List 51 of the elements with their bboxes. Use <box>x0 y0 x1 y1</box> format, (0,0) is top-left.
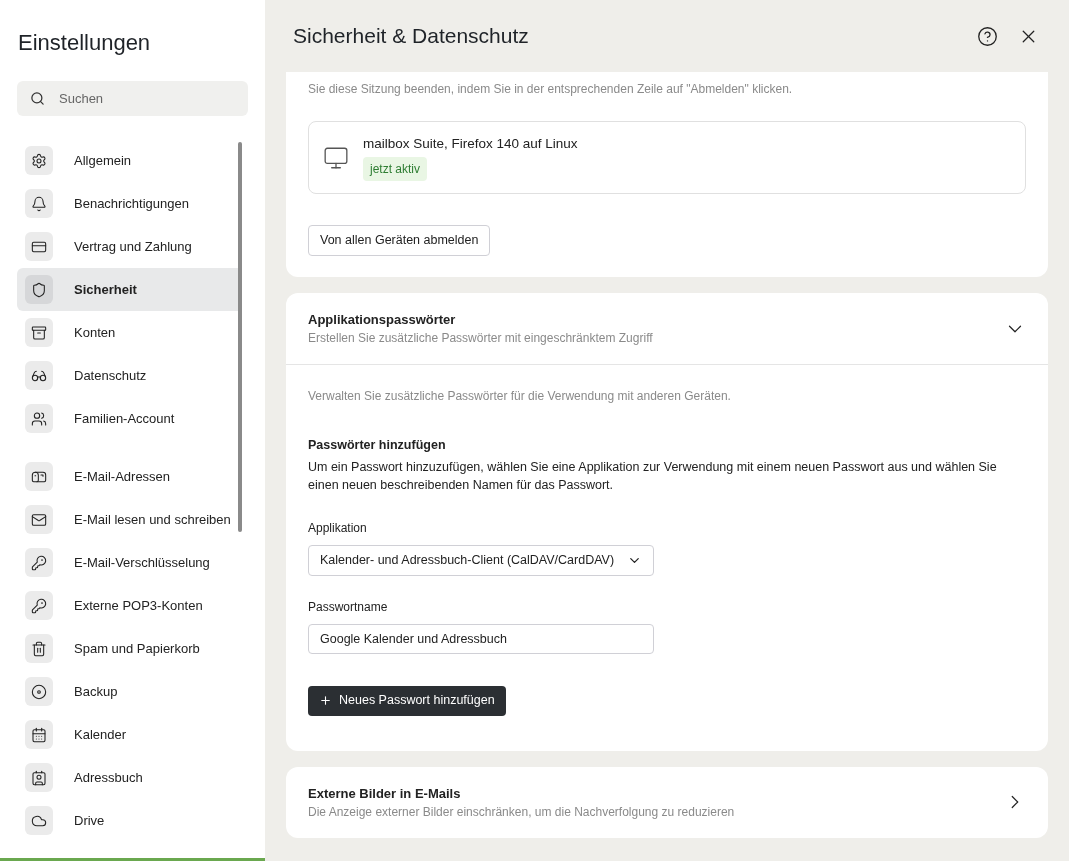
plus-icon <box>319 694 332 708</box>
add-password-button[interactable]: Neues Passwort hinzufügen <box>308 685 506 716</box>
sidebar-item[interactable]: Kalender <box>17 713 242 756</box>
search-field[interactable]: Suchen <box>17 81 248 116</box>
external-images-card[interactable]: Externe Bilder in E-Mails Die Anzeige externer Bilder einschränken, um die Nachverfolgung zu reduzieren <box>286 766 1048 838</box>
status-badge: jetzt aktiv <box>363 156 427 181</box>
section-subtitle: Erstellen Sie zusätzliche Passwörter mit eingeschränktem Zugriff <box>308 330 653 348</box>
gear-icon <box>31 152 47 169</box>
calendar-icon <box>31 726 47 743</box>
sidebar-item[interactable]: Datenschutz <box>17 354 242 397</box>
application-select[interactable]: Kalender- und Adressbuch-Client (CalDAV/CardDAV) <box>308 544 654 576</box>
password-name-field[interactable]: Google Kalender und Adressbuch <box>308 623 654 654</box>
section-subtitle: Die Anzeige externer Bilder einschränken, um die Nachverfolgung zu reduzieren <box>308 804 735 821</box>
field-label: Applikation <box>308 519 367 537</box>
section-title: Externe Bilder in E-Mails <box>308 784 462 803</box>
contact-icon <box>31 769 47 786</box>
sidebar-item[interactable]: Familien-Account <box>17 397 242 440</box>
sidebar-item[interactable]: E-Mail-Verschlüsselung <box>17 541 242 584</box>
sidebar-item[interactable]: Spam und Papierkorb <box>17 627 242 670</box>
sidebar-title: Einstellungen <box>17 29 152 57</box>
people-icon <box>31 410 47 427</box>
disc-icon <box>31 683 47 700</box>
section-title: Applikationspasswörter <box>308 310 457 329</box>
sidebar-item[interactable]: Adressbuch <box>17 756 242 799</box>
intro-text: Verwalten Sie zusätzliche Passwörter für die Verwendung mit anderen Geräten. <box>308 388 731 405</box>
tray-icon <box>31 324 47 341</box>
bell-icon <box>31 195 47 212</box>
page-title: Sicherheit & Datenschutz <box>293 23 529 50</box>
sidebar-item[interactable]: E-Mail lesen und schreiben <box>17 498 242 541</box>
section-header[interactable]: Applikationspasswörter Erstellen Sie zusätzliche Passwörter mit eingeschränktem Zugriff <box>286 293 1048 365</box>
sidebar-item[interactable]: Backup <box>17 670 242 713</box>
sidebar-item[interactable]: Allgemein <box>17 139 242 182</box>
key-icon <box>31 554 47 571</box>
sidebar-item[interactable]: E-Mail-Adressen <box>17 455 242 498</box>
add-description: Um ein Passwort hinzuzufügen, wählen Sie eine Applikation zur Verwendung mit einem neuen Passwort aus und wählen Sie einen neuen beschreibenden Namen für das Passwort. <box>308 458 998 494</box>
sidebar-item[interactable]: Konten <box>17 311 242 354</box>
trash-icon <box>31 640 47 657</box>
sidebar-item[interactable]: Benachrichtigungen <box>17 182 242 225</box>
key-icon <box>31 597 47 614</box>
envelope-icon <box>31 511 47 528</box>
subsection-title: Passwörter hinzufügen <box>308 437 446 454</box>
sessions-intro: Sie diese Sitzung beenden, indem Sie in der entsprechenden Zeile auf "Abmelden" klicken. <box>308 81 794 98</box>
sidebar-item[interactable]: Externe POP3-Konten <box>17 584 242 627</box>
help-button[interactable] <box>977 25 998 47</box>
sidebar-item[interactable]: Drive <box>17 799 242 842</box>
sidebar-item[interactable]: Vertrag und Zahlung <box>17 225 242 268</box>
device-name: mailbox Suite, Firefox 140 auf Linux <box>363 135 578 154</box>
field-label: Passwortname <box>308 598 388 616</box>
logout-all-button[interactable]: Von allen Geräten abmelden <box>308 225 491 256</box>
search-icon <box>30 91 45 106</box>
shield-icon <box>31 281 47 298</box>
